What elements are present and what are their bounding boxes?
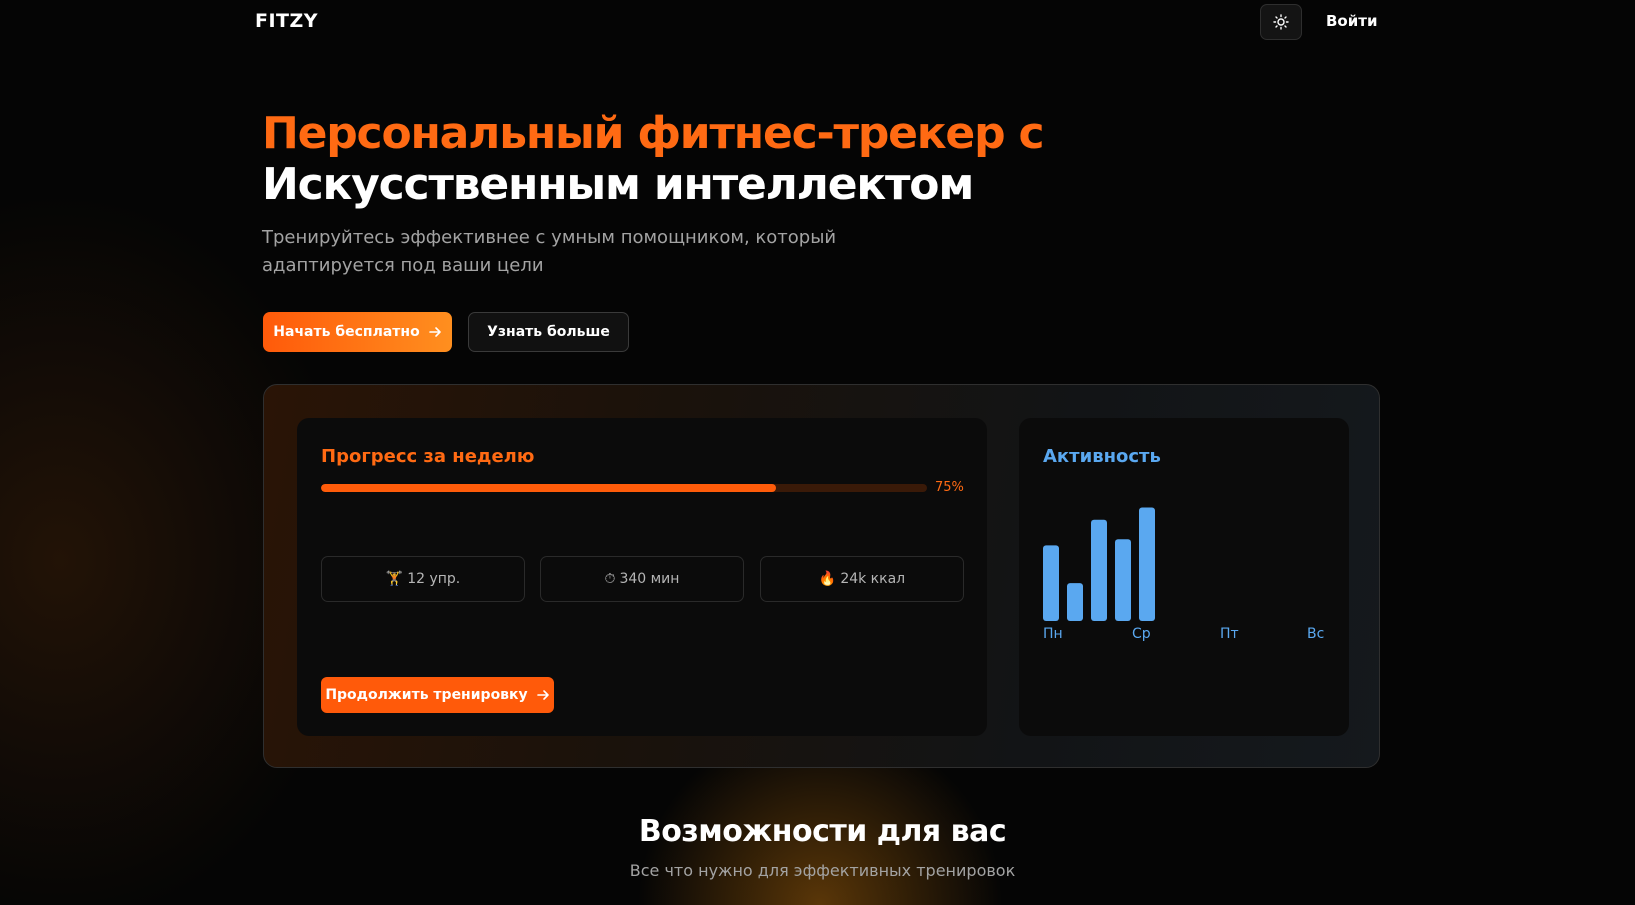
dumbbell-icon: 🏋 xyxy=(385,571,404,587)
continue-workout-button[interactable]: Продолжить тренировку xyxy=(321,677,554,713)
activity-bar-Пт xyxy=(1139,507,1155,621)
activity-card: Активность Пн Ср Пт Вс xyxy=(1019,418,1349,736)
stat-calories: 🔥 24k ккал xyxy=(760,556,964,602)
activity-tick-label: Пт xyxy=(1220,626,1239,642)
hero-title-line1: Персональный фитнес-трекер с xyxy=(262,108,1045,159)
stopwatch-icon: ⏱ xyxy=(604,571,616,587)
activity-tick-label: Пн xyxy=(1043,626,1063,642)
activity-bar-Чт xyxy=(1115,539,1131,621)
stat-minutes: ⏱ 340 мин xyxy=(540,556,744,602)
activity-tick-label: Ср xyxy=(1132,626,1151,642)
activity-chart: Пн Ср Пт Вс xyxy=(1043,507,1324,642)
features-title: Возможности для вас xyxy=(638,814,1007,849)
activity-bar-Ср xyxy=(1091,519,1107,621)
hero-subtitle: Тренируйтесь эффективнее с умным помощни… xyxy=(262,227,837,276)
activity-bar-Пн xyxy=(1043,545,1059,621)
continue-workout-label: Продолжить тренировку xyxy=(325,687,528,703)
activity-tick-label: Вс xyxy=(1307,626,1324,642)
stat-exercises-label: 12 упр. xyxy=(407,571,461,587)
progress-bar xyxy=(321,484,927,492)
login-link[interactable]: Войти xyxy=(1326,12,1377,30)
start-free-label: Начать бесплатно xyxy=(273,324,420,340)
sun-icon xyxy=(1273,14,1289,30)
landing-page: FITZY Войти Персональный фитнес-трекер с… xyxy=(0,0,1635,905)
weekly-progress-card: Прогресс за неделю 75% 🏋 12 упр. ⏱ 340 м… xyxy=(297,418,987,736)
hero-title: Персональный фитнес-трекер с Искусственн… xyxy=(262,108,1262,210)
hero-title-line2: Искусственным интеллектом xyxy=(262,159,974,210)
arrow-right-icon xyxy=(536,690,549,700)
start-free-button[interactable]: Начать бесплатно xyxy=(263,312,452,352)
arrow-right-icon xyxy=(428,327,441,337)
fire-icon: 🔥 xyxy=(818,571,837,587)
stat-minutes-label: 340 мин xyxy=(619,571,680,587)
features-subtitle: Все что нужно для эффективных тренировок xyxy=(629,861,1016,880)
progress-percent: 75% xyxy=(935,480,964,495)
activity-bar-Вт xyxy=(1067,583,1083,621)
learn-more-button[interactable]: Узнать больше xyxy=(468,312,629,352)
stat-exercises: 🏋 12 упр. xyxy=(321,556,525,602)
progress-bar-fill xyxy=(321,484,776,492)
theme-toggle-button[interactable] xyxy=(1260,4,1302,40)
logo[interactable]: FITZY xyxy=(255,10,318,32)
dashboard-preview: Прогресс за неделю 75% 🏋 12 упр. ⏱ 340 м… xyxy=(263,384,1380,768)
stat-calories-label: 24k ккал xyxy=(840,571,906,587)
weekly-progress-title: Прогресс за неделю xyxy=(321,446,535,467)
